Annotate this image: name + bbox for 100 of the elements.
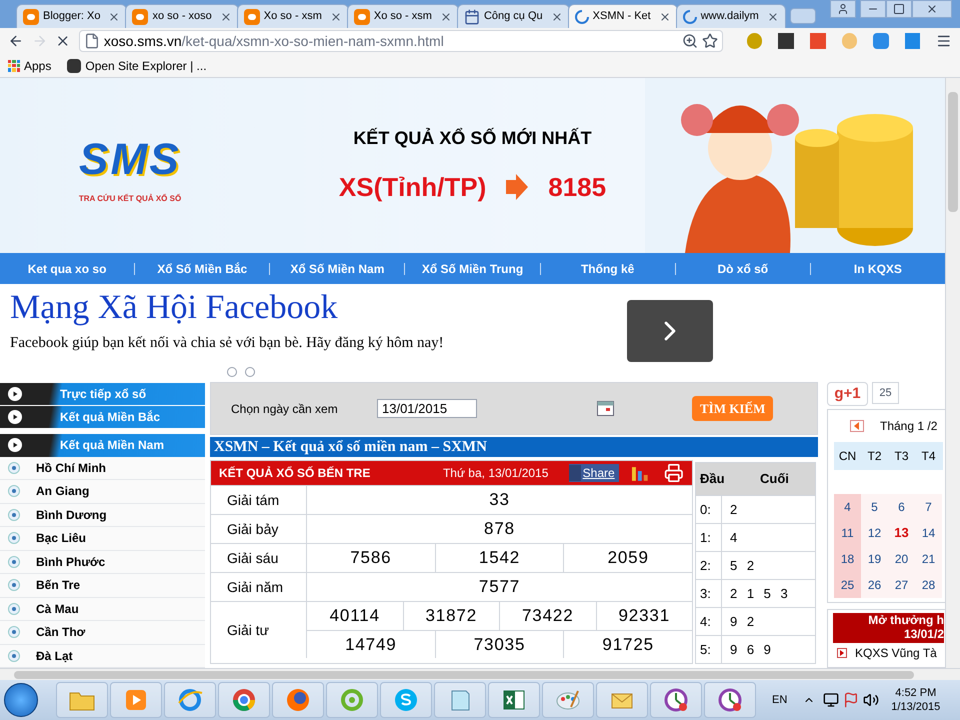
taskbar-button[interactable] — [650, 682, 702, 718]
province-link[interactable]: Bến Tre — [0, 574, 205, 598]
horizontal-scrollbar[interactable] — [0, 668, 960, 680]
calendar-day[interactable]: 13 — [888, 520, 915, 546]
close-icon[interactable] — [766, 10, 779, 22]
browser-tab[interactable]: xo so - xoso — [125, 4, 239, 28]
browser-tab[interactable]: www.dailym — [676, 4, 786, 28]
province-link[interactable]: Hồ Chí Minh — [0, 456, 205, 480]
close-icon[interactable] — [330, 10, 342, 22]
sidebar-section-button[interactable]: Trực tiếp xổ số — [0, 383, 205, 406]
calendar-day[interactable]: 26 — [861, 572, 888, 598]
taskbar-button[interactable] — [704, 682, 756, 718]
bookmark-link[interactable]: Open Site Explorer | ... — [67, 56, 207, 74]
calendar-day[interactable]: 12 — [861, 520, 888, 546]
close-icon[interactable] — [658, 10, 671, 22]
nav-link[interactable]: Xổ Số Miền Nam — [270, 260, 404, 278]
weekday-label: T3 — [893, 448, 910, 465]
calendar-day[interactable]: 20 — [888, 546, 915, 572]
province-link[interactable]: Bạc Liêu — [0, 527, 205, 551]
calendar-day[interactable]: 28 — [915, 572, 942, 598]
calendar-day[interactable]: 27 — [888, 572, 915, 598]
menu-icon[interactable] — [936, 33, 952, 49]
nav-link[interactable]: In KQXS — [810, 260, 945, 278]
province-link[interactable]: Bình Phước — [0, 550, 205, 574]
ad-title[interactable]: Mạng Xã Hội Facebook — [10, 288, 620, 328]
taskbar-button[interactable] — [488, 682, 540, 718]
calendar-day[interactable]: 11 — [834, 520, 861, 546]
ad-text: Facebook giúp bạn kết nối và chia sẻ với bạn bè. Hãy đăng ký hôm nay! — [10, 334, 445, 353]
extension-icon[interactable] — [904, 33, 920, 49]
weekday-label: T2 — [866, 448, 882, 465]
calendar-day[interactable]: 19 — [861, 546, 888, 572]
calendar-day[interactable]: 5 — [861, 494, 888, 520]
site-logo[interactable]: SMS — [79, 126, 181, 192]
browser-tab[interactable]: Công cụ Qu — [456, 4, 570, 28]
blog-icon — [23, 8, 39, 24]
calendar-day[interactable]: 4 — [834, 494, 861, 520]
calendar-day[interactable]: 25 — [834, 572, 861, 598]
new-tab-button[interactable] — [790, 8, 816, 24]
taskbar-button[interactable] — [164, 682, 216, 718]
calendar-day[interactable]: 18 — [834, 546, 861, 572]
close-icon[interactable] — [440, 10, 452, 22]
flag-icon[interactable] — [843, 692, 860, 708]
address-bar[interactable]: xoso.sms.vn/ket-qua/xsmn-xo-so-mien-nam-sxmn.html — [78, 30, 723, 52]
browser-tab[interactable]: XSMN - Ket — [568, 4, 678, 28]
browser-tab[interactable]: Xo so - xsm — [346, 4, 459, 28]
prize-number: 878 — [483, 518, 516, 540]
extension-icon[interactable] — [873, 33, 889, 49]
profile-button[interactable] — [830, 0, 856, 18]
start-button[interactable] — [4, 683, 38, 717]
nav-link[interactable]: Xổ Số Miền Bắc — [135, 260, 270, 278]
calendar-icon — [464, 8, 480, 24]
google-plus-button[interactable]: g+1 — [827, 382, 868, 406]
taskbar-button[interactable] — [218, 682, 270, 718]
calendar-icon[interactable] — [597, 401, 614, 416]
play-icon — [8, 438, 22, 452]
clock-time[interactable]: 4:52 PM — [895, 686, 936, 700]
vertical-scrollbar[interactable] — [945, 78, 960, 668]
taskbar-button[interactable] — [596, 682, 648, 718]
nav-link[interactable]: Thống kê — [540, 260, 675, 278]
draw-link[interactable]: KQXS Vũng Tà — [833, 643, 944, 663]
nav-link[interactable]: Ket qua xo so — [0, 260, 134, 278]
taskbar-button[interactable] — [542, 682, 594, 718]
province-link[interactable]: Bình Dương — [0, 504, 205, 528]
language-indicator[interactable]: EN — [772, 692, 788, 708]
clock-date[interactable]: 1/13/2015 — [891, 700, 940, 714]
blog-icon — [354, 8, 370, 24]
back-icon[interactable] — [8, 33, 24, 49]
calendar-day[interactable]: 21 — [915, 546, 942, 572]
play-icon — [124, 688, 148, 712]
taskbar-button[interactable] — [272, 682, 324, 718]
browser-tab[interactable]: Xo so - xsm — [236, 4, 349, 28]
province-link[interactable]: Cần Thơ — [0, 621, 205, 645]
extension-icon[interactable] — [746, 33, 762, 49]
close-icon[interactable] — [108, 10, 120, 22]
browser-tab[interactable]: Blogger: Xo — [16, 4, 128, 28]
taskbar-button[interactable] — [56, 682, 108, 718]
print-icon[interactable] — [664, 463, 684, 483]
sidebar-section-button[interactable]: Kết quả Miền Bắc — [0, 406, 205, 428]
calendar-day[interactable]: 6 — [888, 494, 915, 520]
province-link[interactable]: Cà Mau — [0, 598, 205, 622]
nav-link[interactable]: Dò xổ số — [676, 260, 810, 278]
close-button[interactable] — [912, 0, 952, 18]
nav-link[interactable]: Xổ Số Miền Trung — [405, 260, 540, 278]
previous-icon[interactable] — [850, 420, 864, 432]
close-icon[interactable] — [550, 10, 563, 22]
calendar-day[interactable]: 14 — [915, 520, 942, 546]
close-icon[interactable] — [220, 10, 232, 22]
calendar-day[interactable]: 7 — [915, 494, 942, 520]
date-field[interactable]: 13/01/2015 — [377, 399, 477, 418]
share-link[interactable]: Share — [568, 464, 619, 482]
maximize-button[interactable] — [886, 0, 912, 18]
bookmark-link[interactable]: Apps — [8, 56, 52, 74]
province-link[interactable]: Đà Lạt — [0, 644, 205, 668]
province-link[interactable]: An Giang — [0, 480, 205, 504]
network-icon[interactable] — [823, 692, 840, 708]
taskbar-button[interactable] — [434, 682, 486, 718]
sidebar-section-button[interactable]: Kết quả Miền Nam — [0, 434, 205, 457]
bullet-icon — [8, 462, 20, 474]
chart-icon[interactable] — [630, 465, 648, 481]
speaker-icon[interactable] — [863, 692, 880, 708]
